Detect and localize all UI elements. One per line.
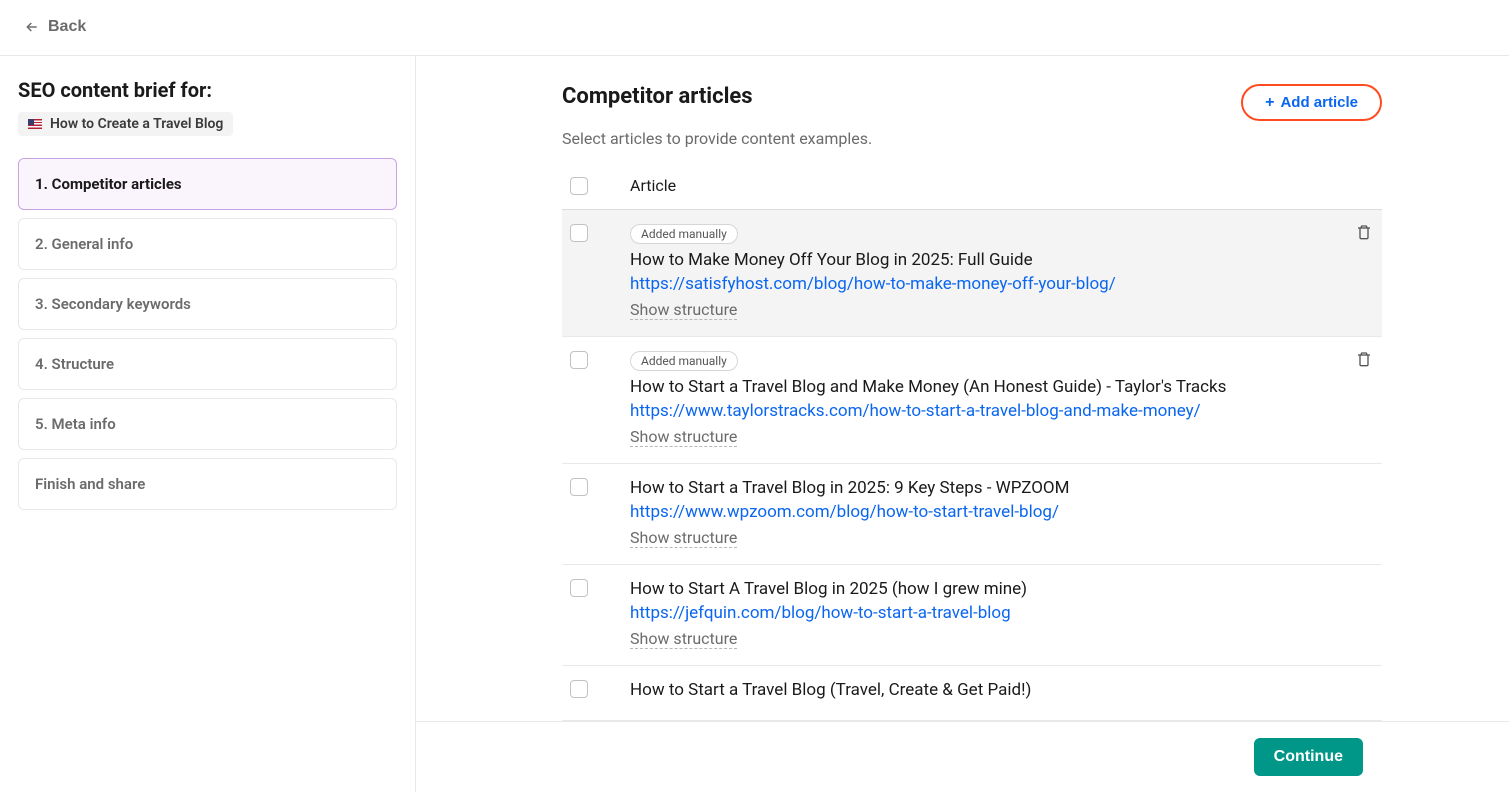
show-structure-link[interactable]: Show structure	[630, 427, 737, 447]
show-structure-link[interactable]: Show structure	[630, 300, 737, 320]
article-row: Added manually How to Make Money Off Your…	[562, 210, 1382, 337]
article-row: How to Start A Travel Blog in 2025 (how …	[562, 565, 1382, 666]
article-checkbox[interactable]	[570, 351, 588, 369]
trash-icon[interactable]	[1356, 224, 1376, 244]
article-checkbox[interactable]	[570, 680, 588, 698]
added-manually-badge: Added manually	[630, 224, 738, 244]
footer-bar: Continue	[416, 721, 1509, 792]
add-article-label: Add article	[1280, 94, 1358, 111]
step-item-6[interactable]: Finish and share	[18, 458, 397, 510]
step-item-5[interactable]: 5. Meta info	[18, 398, 397, 450]
show-structure-link[interactable]: Show structure	[630, 528, 737, 548]
article-title: How to Start a Travel Blog (Travel, Crea…	[630, 680, 1374, 700]
article-row: Added manually How to Start a Travel Blog…	[562, 337, 1382, 464]
article-url[interactable]: https://www.taylorstracks.com/how-to-sta…	[630, 401, 1374, 421]
article-body: How to Start a Travel Blog (Travel, Crea…	[630, 680, 1374, 704]
step-item-3[interactable]: 3. Secondary keywords	[18, 278, 397, 330]
article-title: How to Make Money Off Your Blog in 2025:…	[630, 250, 1374, 270]
article-url[interactable]: https://satisfyhost.com/blog/how-to-make…	[630, 274, 1374, 294]
continue-button[interactable]: Continue	[1254, 738, 1363, 776]
brief-title: SEO content brief for:	[18, 78, 397, 102]
column-header-article: Article	[630, 176, 676, 195]
section-subtitle: Select articles to provide content examp…	[562, 129, 1382, 148]
step-item-4[interactable]: 4. Structure	[18, 338, 397, 390]
article-row: How to Start a Travel Blog (Travel, Crea…	[562, 666, 1382, 721]
back-button[interactable]: Back	[24, 18, 86, 36]
step-list: 1. Competitor articles 2. General info 3. …	[18, 158, 397, 510]
us-flag-icon	[28, 119, 42, 129]
section-title: Competitor articles	[562, 84, 753, 109]
back-label: Back	[48, 18, 86, 36]
article-url[interactable]: https://www.wpzoom.com/blog/how-to-start…	[630, 502, 1374, 522]
main-panel: Competitor articles + Add article Select…	[416, 56, 1509, 792]
plus-icon: +	[1265, 95, 1274, 111]
article-body: How to Start a Travel Blog in 2025: 9 Ke…	[630, 478, 1374, 548]
article-row: How to Start a Travel Blog in 2025: 9 Ke…	[562, 464, 1382, 565]
article-checkbox[interactable]	[570, 478, 588, 496]
article-title: How to Start A Travel Blog in 2025 (how …	[630, 579, 1374, 599]
article-checkbox[interactable]	[570, 224, 588, 242]
article-title: How to Start a Travel Blog in 2025: 9 Ke…	[630, 478, 1374, 498]
trash-icon[interactable]	[1356, 351, 1376, 371]
article-body: Added manually How to Start a Travel Blog…	[630, 351, 1374, 447]
show-structure-link[interactable]: Show structure	[630, 629, 737, 649]
article-table: Article Added manually How to Make Money …	[562, 170, 1382, 721]
topic-chip: How to Create a Travel Blog	[18, 112, 233, 136]
select-all-checkbox[interactable]	[570, 177, 588, 195]
sidebar: SEO content brief for: How to Create a T…	[0, 56, 416, 792]
article-body: Added manually How to Make Money Off Your…	[630, 224, 1374, 320]
arrow-left-icon	[24, 19, 40, 35]
topic-text: How to Create a Travel Blog	[50, 116, 223, 132]
step-item-2[interactable]: 2. General info	[18, 218, 397, 270]
article-title: How to Start a Travel Blog and Make Mone…	[630, 377, 1374, 397]
article-rows: Added manually How to Make Money Off Your…	[562, 210, 1382, 721]
added-manually-badge: Added manually	[630, 351, 738, 371]
step-item-1[interactable]: 1. Competitor articles	[18, 158, 397, 210]
add-article-button[interactable]: + Add article	[1241, 84, 1382, 121]
article-body: How to Start A Travel Blog in 2025 (how …	[630, 579, 1374, 649]
article-checkbox[interactable]	[570, 579, 588, 597]
article-url[interactable]: https://jefquin.com/blog/how-to-start-a-…	[630, 603, 1374, 623]
